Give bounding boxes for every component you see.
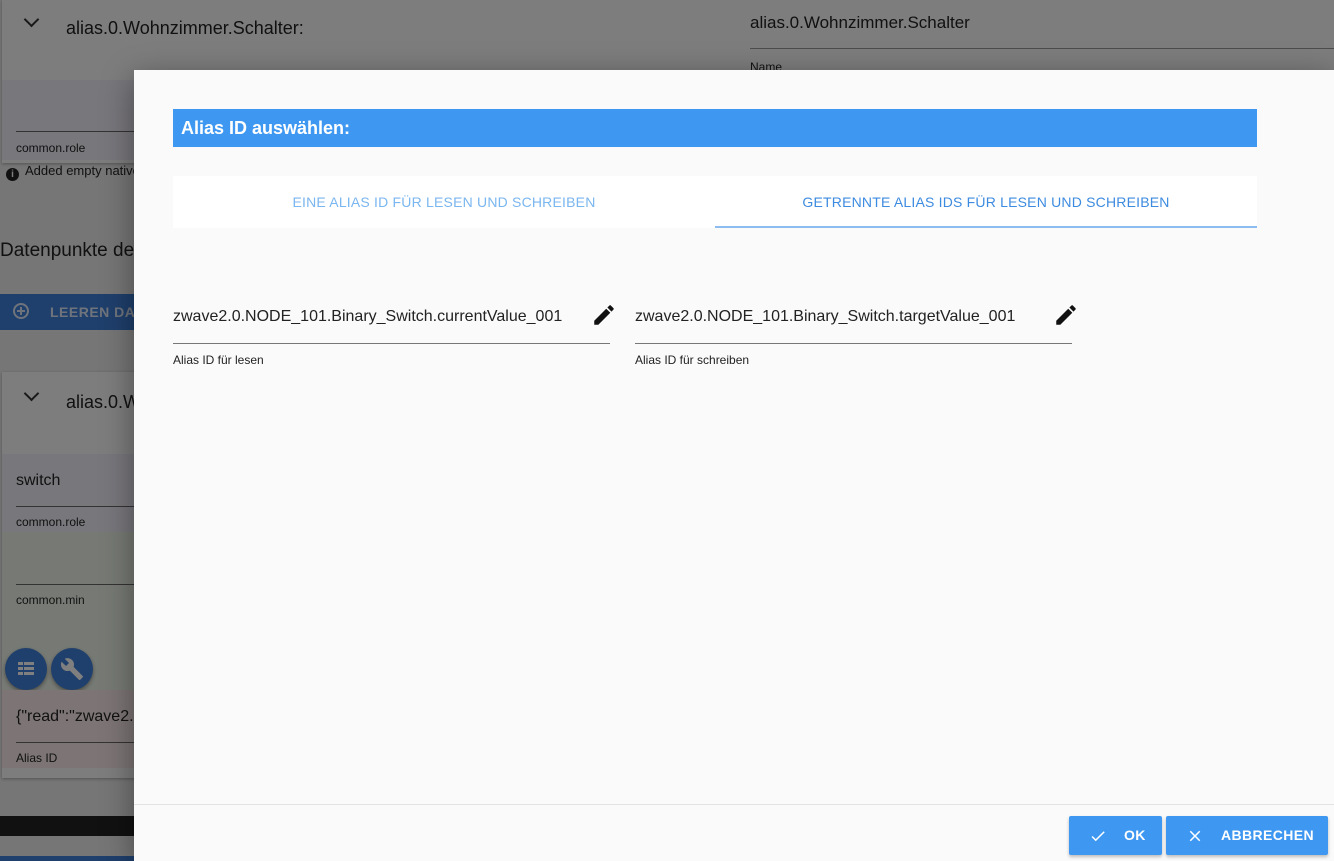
tab-indicator (715, 226, 1257, 228)
write-alias-input[interactable]: zwave2.0.NODE_101.Binary_Switch.targetVa… (635, 308, 1015, 326)
cancel-label: ABBRECHEN (1221, 827, 1315, 843)
mode-tabs: EINE ALIAS ID FÜR LESEN UND SCHREIBEN GE… (173, 176, 1257, 228)
write-alias-label: Alias ID für schreiben (635, 353, 750, 367)
dialog-title: Alias ID auswählen: (173, 109, 1257, 147)
ok-button[interactable]: OK (1069, 816, 1162, 855)
pencil-icon (594, 305, 614, 325)
write-alias-underline (635, 343, 1072, 344)
cancel-button[interactable]: ABBRECHEN (1166, 816, 1328, 855)
tab-single-alias[interactable]: EINE ALIAS ID FÜR LESEN UND SCHREIBEN (173, 176, 715, 228)
check-icon (1091, 831, 1105, 842)
edit-write-alias-button[interactable] (1053, 302, 1079, 328)
dialog-footer-divider (134, 804, 1334, 805)
pencil-icon (1056, 305, 1076, 325)
tab-separate-alias[interactable]: GETRENNTE ALIAS IDS FÜR LESEN UND SCHREI… (715, 176, 1257, 228)
read-alias-underline (173, 343, 610, 344)
read-alias-label: Alias ID für lesen (173, 353, 264, 367)
alias-select-dialog: Alias ID auswählen: EINE ALIAS ID FÜR LE… (134, 70, 1334, 861)
close-icon (1189, 830, 1201, 842)
ok-label: OK (1124, 827, 1146, 843)
edit-read-alias-button[interactable] (591, 302, 617, 328)
read-alias-input[interactable]: zwave2.0.NODE_101.Binary_Switch.currentV… (173, 308, 562, 326)
